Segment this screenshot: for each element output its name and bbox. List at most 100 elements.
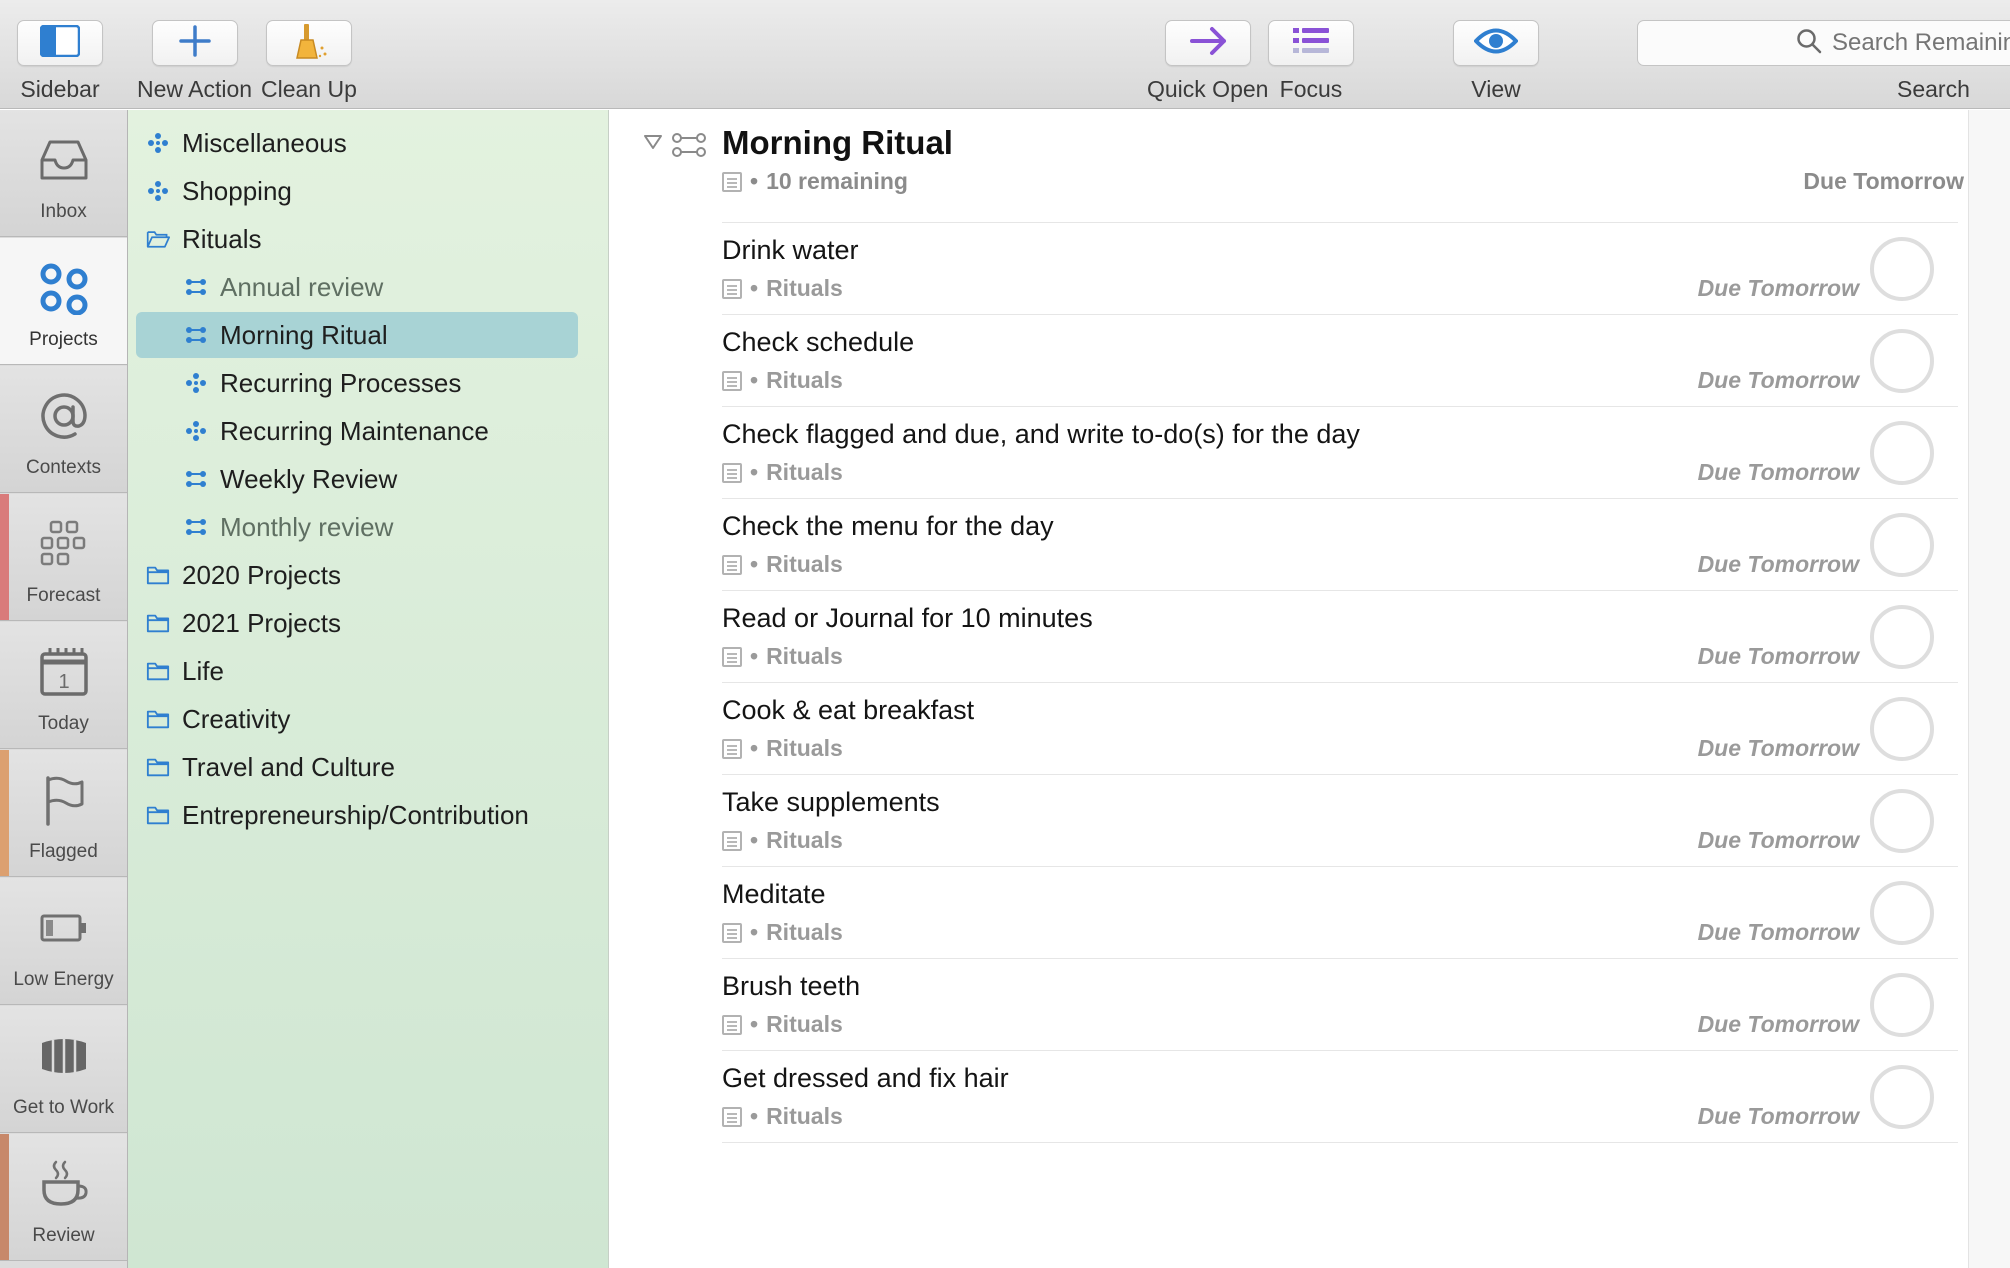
note-icon[interactable] <box>722 370 742 391</box>
task-row[interactable]: Check schedule • Rituals Due Tomorrow <box>722 314 1958 406</box>
task-context[interactable]: Rituals <box>766 919 843 946</box>
completion-checkbox[interactable] <box>1870 973 1934 1037</box>
task-due-date[interactable]: Due Tomorrow <box>1698 275 1859 302</box>
task-row[interactable]: Check flagged and due, and write to-do(s… <box>722 406 1958 498</box>
task-context[interactable]: Rituals <box>766 643 843 670</box>
quick-open[interactable]: Quick Open <box>1147 20 1268 103</box>
task-due-date[interactable]: Due Tomorrow <box>1698 735 1859 762</box>
focus-button[interactable] <box>1268 20 1354 66</box>
sidebar-item-2020-projects[interactable]: 2020 Projects <box>146 552 341 598</box>
note-icon[interactable] <box>722 462 742 483</box>
task-row[interactable]: Meditate • Rituals Due Tomorrow <box>722 866 1958 958</box>
sidebar-item-monthly-review[interactable]: Monthly review <box>184 504 393 550</box>
task-context[interactable]: Rituals <box>766 1103 843 1130</box>
sidebar-toggle-button[interactable] <box>17 20 103 66</box>
clean-up[interactable]: Clean Up <box>261 20 357 103</box>
task-due-date[interactable]: Due Tomorrow <box>1698 367 1859 394</box>
perspective-review[interactable]: Review <box>0 1134 127 1261</box>
sidebar-item-rituals[interactable]: Rituals <box>146 216 261 262</box>
sidebar-item-shopping[interactable]: Shopping <box>146 168 292 214</box>
task-due-date[interactable]: Due Tomorrow <box>1698 827 1859 854</box>
task-title[interactable]: Check flagged and due, and write to-do(s… <box>722 419 1360 450</box>
note-icon[interactable] <box>722 1014 742 1035</box>
perspective-flagged[interactable]: Flagged <box>0 750 127 877</box>
task-context[interactable]: Rituals <box>766 827 843 854</box>
task-context[interactable]: Rituals <box>766 275 843 302</box>
task-context[interactable]: Rituals <box>766 1011 843 1038</box>
project-header[interactable]: Morning Ritual • 10 remaining Due Tomorr… <box>609 110 1968 210</box>
task-title[interactable]: Read or Journal for 10 minutes <box>722 603 1093 634</box>
completion-checkbox[interactable] <box>1870 1065 1934 1129</box>
task-due-date[interactable]: Due Tomorrow <box>1698 919 1859 946</box>
note-icon[interactable] <box>722 554 742 575</box>
task-row[interactable]: Take supplements • Rituals Due Tomorrow <box>722 774 1958 866</box>
sidebar-item-weekly-review[interactable]: Weekly Review <box>184 456 397 502</box>
search-input[interactable] <box>1832 29 2010 57</box>
sidebar-item-miscellaneous[interactable]: Miscellaneous <box>146 120 347 166</box>
perspective-forecast[interactable]: Forecast <box>0 494 127 621</box>
vertical-scrollbar[interactable] <box>1968 110 2010 1268</box>
task-title[interactable]: Meditate <box>722 879 826 910</box>
note-icon[interactable] <box>722 738 742 759</box>
perspective-today[interactable]: 1 Today <box>0 622 127 749</box>
task-due-date[interactable]: Due Tomorrow <box>1698 643 1859 670</box>
view-button[interactable] <box>1453 20 1539 66</box>
note-icon[interactable] <box>722 1106 742 1127</box>
note-icon[interactable] <box>722 278 742 299</box>
new-action-button[interactable] <box>151 20 238 66</box>
task-due-date[interactable]: Due Tomorrow <box>1698 459 1859 486</box>
project-due-date[interactable]: Due Tomorrow <box>1668 168 1968 195</box>
perspective-projects[interactable]: Projects <box>0 238 127 365</box>
task-row[interactable]: Read or Journal for 10 minutes • Rituals… <box>722 590 1958 682</box>
completion-checkbox[interactable] <box>1870 789 1934 853</box>
task-title[interactable]: Check the menu for the day <box>722 511 1054 542</box>
task-context[interactable]: Rituals <box>766 367 843 394</box>
perspective-contexts[interactable]: Contexts <box>0 366 127 493</box>
focus[interactable]: Focus <box>1268 20 1354 103</box>
completion-checkbox[interactable] <box>1870 329 1934 393</box>
task-due-date[interactable]: Due Tomorrow <box>1698 1103 1859 1130</box>
task-title[interactable]: Check schedule <box>722 327 914 358</box>
task-context[interactable]: Rituals <box>766 551 843 578</box>
task-row[interactable]: Get dressed and fix hair • Rituals Due T… <box>722 1050 1958 1142</box>
note-icon[interactable] <box>722 922 742 943</box>
task-row[interactable]: Check the menu for the day • Rituals Due… <box>722 498 1958 590</box>
note-icon[interactable] <box>722 171 742 192</box>
sidebar-item-recurring-processes[interactable]: Recurring Processes <box>184 360 461 406</box>
note-icon[interactable] <box>722 830 742 851</box>
task-due-date[interactable]: Due Tomorrow <box>1698 551 1859 578</box>
note-icon[interactable] <box>722 646 742 667</box>
task-row[interactable]: Cook & eat breakfast • Rituals Due Tomor… <box>722 682 1958 774</box>
sidebar-item-entrepreneurship[interactable]: Entrepreneurship/Contribution <box>146 792 529 838</box>
task-title[interactable]: Drink water <box>722 235 859 266</box>
sidebar-item-2021-projects[interactable]: 2021 Projects <box>146 600 341 646</box>
task-row[interactable]: Drink water • Rituals Due Tomorrow <box>722 222 1958 314</box>
sidebar-toggle[interactable]: Sidebar <box>17 20 103 103</box>
sidebar-item-morning-ritual[interactable]: Morning Ritual <box>136 312 578 358</box>
task-due-date[interactable]: Due Tomorrow <box>1698 1011 1859 1038</box>
task-title[interactable]: Get dressed and fix hair <box>722 1063 1009 1094</box>
clean-up-button[interactable] <box>265 20 352 66</box>
task-title[interactable]: Cook & eat breakfast <box>722 695 974 726</box>
completion-checkbox[interactable] <box>1870 697 1934 761</box>
completion-checkbox[interactable] <box>1870 237 1934 301</box>
sidebar-item-annual-review[interactable]: Annual review <box>184 264 383 310</box>
completion-checkbox[interactable] <box>1870 513 1934 577</box>
perspective-inbox[interactable]: Inbox <box>0 110 127 237</box>
task-row[interactable]: Brush teeth • Rituals Due Tomorrow <box>722 958 1958 1050</box>
completion-checkbox[interactable] <box>1870 881 1934 945</box>
search-field[interactable] <box>1637 20 2010 66</box>
sidebar-item-creativity[interactable]: Creativity <box>146 696 290 742</box>
disclosure-triangle-icon[interactable] <box>643 134 663 155</box>
quick-open-button[interactable] <box>1164 20 1251 66</box>
completion-checkbox[interactable] <box>1870 421 1934 485</box>
perspective-low-energy[interactable]: Low Energy <box>0 878 127 1005</box>
new-action[interactable]: New Action <box>137 20 252 103</box>
project-title[interactable]: Morning Ritual <box>722 124 953 162</box>
task-title[interactable]: Brush teeth <box>722 971 860 1002</box>
view[interactable]: View <box>1453 20 1539 103</box>
sidebar-item-recurring-maintenance[interactable]: Recurring Maintenance <box>184 408 489 454</box>
task-title[interactable]: Take supplements <box>722 787 940 818</box>
task-context[interactable]: Rituals <box>766 735 843 762</box>
sidebar-item-life[interactable]: Life <box>146 648 224 694</box>
